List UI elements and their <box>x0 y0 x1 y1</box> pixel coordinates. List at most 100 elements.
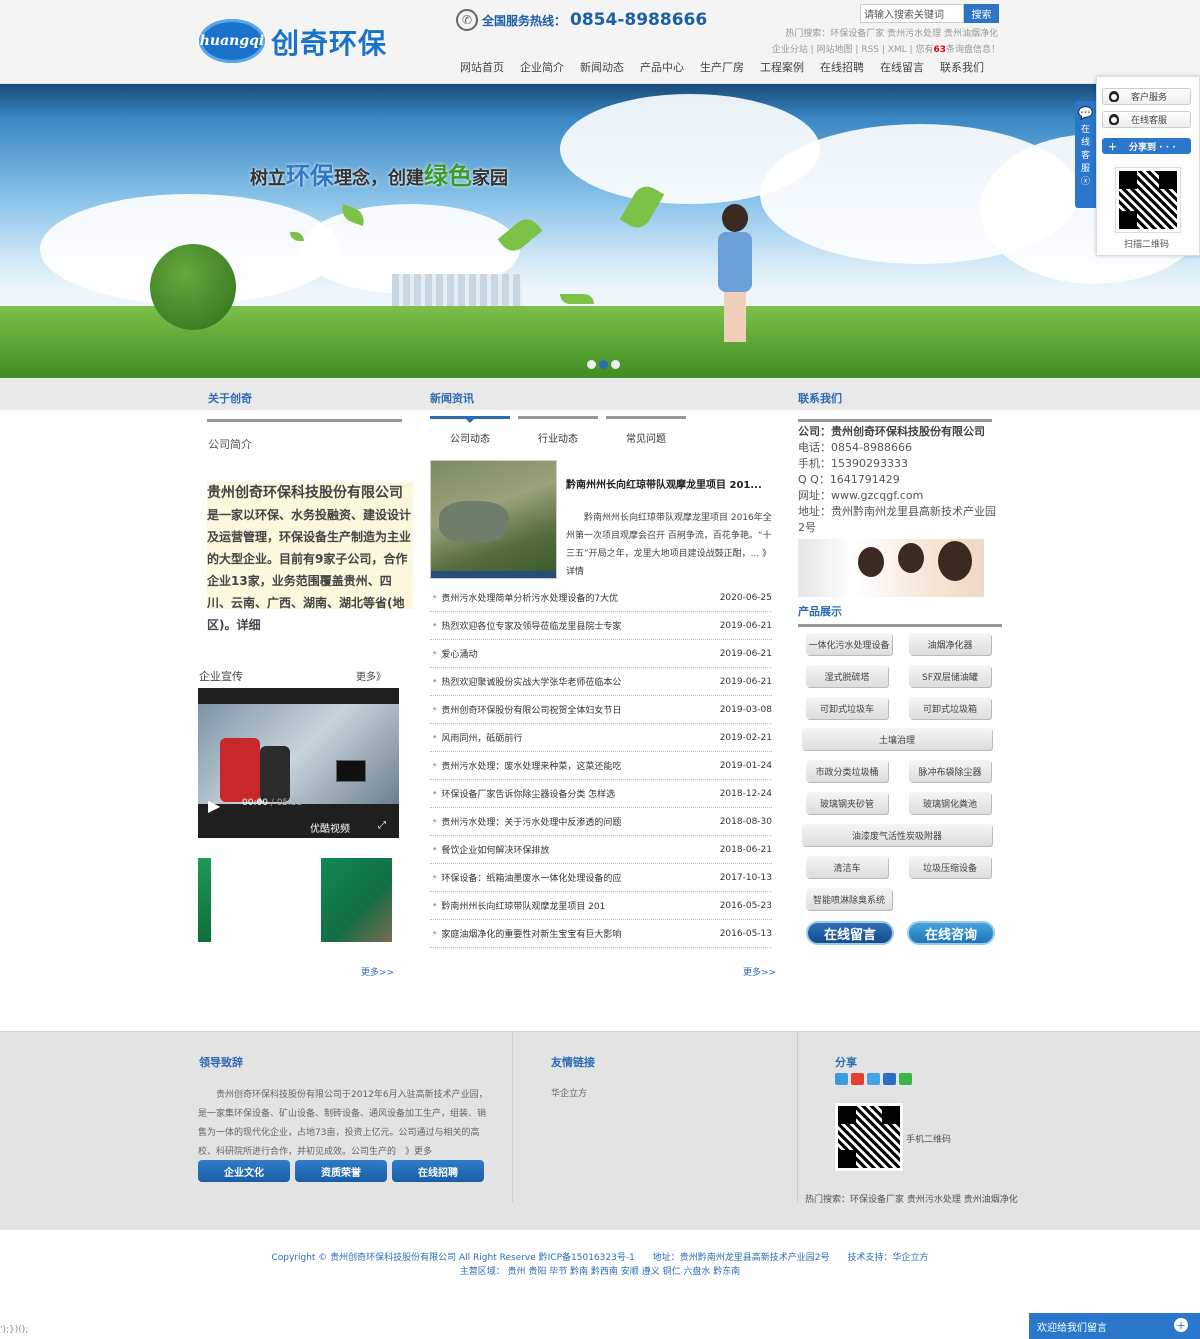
news-item-title[interactable]: 黔南州州长向红琼带队观摩龙里项目 201 <box>441 899 716 912</box>
search-button[interactable]: 搜索 <box>964 4 999 23</box>
nav-products[interactable]: 产品中心 <box>632 60 692 76</box>
news-item-title[interactable]: 热烈欢迎各位专家及领导莅临龙里县院士专家 <box>441 619 716 632</box>
news-item[interactable]: • 贵州污水处理：关于污水处理中反渗透的问题 2018-08-30 <box>430 808 772 836</box>
news-item[interactable]: • 贵州污水处理：废水处理来种菜，这菜还能吃 2019-01-24 <box>430 752 772 780</box>
bullet-icon: • <box>432 900 438 911</box>
nav-about[interactable]: 企业简介 <box>512 60 572 76</box>
sub-links-prefix[interactable]: 企业分站 | 网站地图 | RSS | XML | 您有 <box>772 45 934 55</box>
news-item[interactable]: • 黔南州州长向红琼带队观摩龙里项目 201 2016-05-23 <box>430 892 772 920</box>
sub-links[interactable]: 企业分站 | 网站地图 | RSS | XML | 您有63条询盘信息！ <box>772 42 1000 55</box>
customer-service-button[interactable]: 客户服务 <box>1102 88 1191 105</box>
news-headline[interactable]: 黔南州州长向红琼带队观摩龙里项目 201... <box>566 476 776 491</box>
product-button[interactable]: SF双层储油罐 <box>909 665 991 687</box>
tab-company-news[interactable]: 公司动态 <box>430 416 510 456</box>
product-button[interactable]: 土壤治理 <box>802 728 992 750</box>
about-link[interactable]: 公司简介 <box>208 436 252 452</box>
hero-banner[interactable]: 树立环保理念，创建绿色家园 <box>0 84 1200 378</box>
promo-more-bottom[interactable]: 更多>> <box>361 965 394 978</box>
about-text[interactable]: 贵州创奇环保科技股份有限公司是一家以环保、水务投融资、建设设计及运营管理，环保设… <box>207 482 413 632</box>
play-icon[interactable]: ▶ <box>208 796 220 815</box>
culture-button[interactable]: 企业文化 <box>198 1160 290 1182</box>
product-button[interactable]: 可卸式垃圾箱 <box>909 697 991 719</box>
footer-hot-search[interactable]: 热门搜索：环保设备厂家 贵州污水处理 贵州油烟净化 <box>805 1192 1018 1205</box>
logo[interactable]: huangqi 创奇环保 <box>199 16 404 66</box>
news-item-title[interactable]: 贵州污水处理：关于污水处理中反渗透的问题 <box>441 815 716 828</box>
news-item[interactable]: • 热烈欢迎各位专家及领导莅临龙里县院士专家 2019-06-21 <box>430 612 772 640</box>
tab-industry-news[interactable]: 行业动态 <box>518 416 598 456</box>
fullscreen-icon[interactable]: ⤢ <box>378 820 386 831</box>
product-thumb[interactable] <box>198 858 211 942</box>
honors-button[interactable]: 资质荣誉 <box>295 1160 387 1182</box>
friend-link[interactable]: 华企立方 <box>551 1086 587 1099</box>
news-item[interactable]: • 风雨同州，砥砺前行 2019-02-21 <box>430 724 772 752</box>
nav-cases[interactable]: 工程案例 <box>752 60 812 76</box>
news-item[interactable]: • 贵州创奇环保股份有限公司祝贺全体妇女节日 2019-03-08 <box>430 696 772 724</box>
close-icon[interactable]: ⓧ <box>1075 176 1096 189</box>
product-button[interactable]: 湿式脱硫塔 <box>806 665 888 687</box>
divider <box>798 624 1002 627</box>
float-service-tab[interactable]: 💬 在线客服 ⓧ <box>1075 101 1096 208</box>
tab-faq[interactable]: 常见问题 <box>606 416 686 456</box>
qzone-icon[interactable] <box>835 1073 848 1085</box>
jobs-button[interactable]: 在线招聘 <box>392 1160 484 1182</box>
news-item-title[interactable]: 贵州污水处理：废水处理来种菜，这菜还能吃 <box>441 759 716 772</box>
news-item-title[interactable]: 环保设备厂家告诉你除尘器设备分类 怎样选 <box>441 787 716 800</box>
inquiry-count[interactable]: 63 <box>933 45 946 55</box>
slider-dot[interactable] <box>587 360 596 369</box>
slider-dot[interactable] <box>611 360 620 369</box>
online-message-button[interactable]: 在线留言 <box>806 921 894 945</box>
news-item-title[interactable]: 风雨同州，砥砺前行 <box>441 731 716 744</box>
news-item-title[interactable]: 家庭油烟净化的重要性对新生宝宝有巨大影响 <box>441 927 716 940</box>
product-button[interactable]: 清洁车 <box>806 856 888 878</box>
news-more-link[interactable]: 更多>> <box>743 965 776 978</box>
news-item[interactable]: • 环保设备厂家告诉你除尘器设备分类 怎样选 2018-12-24 <box>430 780 772 808</box>
share-button[interactable]: ＋ 分享到 · · · <box>1102 138 1191 154</box>
nav-home[interactable]: 网站首页 <box>452 60 512 76</box>
online-consult-button[interactable]: 在线咨询 <box>907 921 995 945</box>
news-item-title[interactable]: 爱心涌动 <box>441 647 716 660</box>
nav-news[interactable]: 新闻动态 <box>572 60 632 76</box>
product-button[interactable]: 智能喷淋除臭系统 <box>806 888 892 910</box>
product-thumb[interactable] <box>321 858 392 942</box>
nav-jobs[interactable]: 在线招聘 <box>812 60 872 76</box>
weibo-icon[interactable] <box>851 1073 864 1085</box>
nav-factory[interactable]: 生产厂房 <box>692 60 752 76</box>
news-item[interactable]: • 环保设备：纸箱油墨废水一体化处理设备的应 2017-10-13 <box>430 864 772 892</box>
product-button[interactable]: 市政分类垃圾桶 <box>806 760 888 782</box>
product-button[interactable]: 玻璃钢化粪池 <box>909 792 991 814</box>
nav-contact[interactable]: 联系我们 <box>932 60 992 76</box>
wechat-icon[interactable] <box>899 1073 912 1085</box>
tencent-icon[interactable] <box>867 1073 880 1085</box>
news-item[interactable]: • 贵州污水处理简单分析污水处理设备的7大优 2020-06-25 <box>430 584 772 612</box>
nav-message[interactable]: 在线留言 <box>872 60 932 76</box>
message-bar[interactable]: 欢迎给我们留言 + <box>1029 1313 1200 1339</box>
news-item[interactable]: • 餐饮企业如何解决环保排放 2018-06-21 <box>430 836 772 864</box>
hot-search[interactable]: 热门搜索：环保设备厂家 贵州污水处理 贵州油烟净化 <box>785 26 998 39</box>
plus-icon[interactable]: + <box>1174 1318 1188 1332</box>
product-button[interactable]: 油漆废气活性炭吸附器 <box>802 824 992 846</box>
service-areas[interactable]: 主营区域： 贵州 贵阳 毕节 黔南 黔西南 安顺 遵义 铜仁 六盘水 黔东南 <box>0 1264 1200 1277</box>
news-item-title[interactable]: 贵州污水处理简单分析污水处理设备的7大优 <box>441 591 716 604</box>
contact-web[interactable]: 网址：www.gzcqgf.com <box>798 488 998 504</box>
news-item-title[interactable]: 热烈欢迎聚诚股份实战大学张华老师莅临本公 <box>441 675 716 688</box>
slider-dot[interactable] <box>599 360 608 369</box>
product-button[interactable]: 油烟净化器 <box>909 633 991 655</box>
renren-icon[interactable] <box>883 1073 896 1085</box>
news-item[interactable]: • 爱心涌动 2019-06-21 <box>430 640 772 668</box>
news-item[interactable]: • 热烈欢迎聚诚股份实战大学张华老师莅临本公 2019-06-21 <box>430 668 772 696</box>
online-service-button[interactable]: 在线客服 <box>1102 111 1191 128</box>
product-button[interactable]: 一体化污水处理设备 <box>806 633 892 655</box>
video-player[interactable]: ▶ 00:00 / 05:55 优酷视频 ⤢ <box>198 688 399 838</box>
news-item-title[interactable]: 餐饮企业如何解决环保排放 <box>441 843 716 856</box>
search-input[interactable] <box>860 4 964 23</box>
product-button[interactable]: 垃圾压缩设备 <box>909 856 991 878</box>
product-button[interactable]: 脉冲布袋除尘器 <box>909 760 991 782</box>
product-button[interactable]: 玻璃钢夹砂管 <box>806 792 888 814</box>
product-button[interactable]: 可卸式垃圾车 <box>806 697 888 719</box>
news-item-title[interactable]: 贵州创奇环保股份有限公司祝贺全体妇女节日 <box>441 703 716 716</box>
news-item[interactable]: • 家庭油烟净化的重要性对新生宝宝有巨大影响 2016-05-13 <box>430 920 772 948</box>
news-item-title[interactable]: 环保设备：纸箱油墨废水一体化处理设备的应 <box>441 871 716 884</box>
promo-more-link[interactable]: 更多》 <box>356 668 386 683</box>
news-image[interactable] <box>430 460 557 579</box>
sub-links-suffix[interactable]: 条询盘信息！ <box>946 45 1000 55</box>
